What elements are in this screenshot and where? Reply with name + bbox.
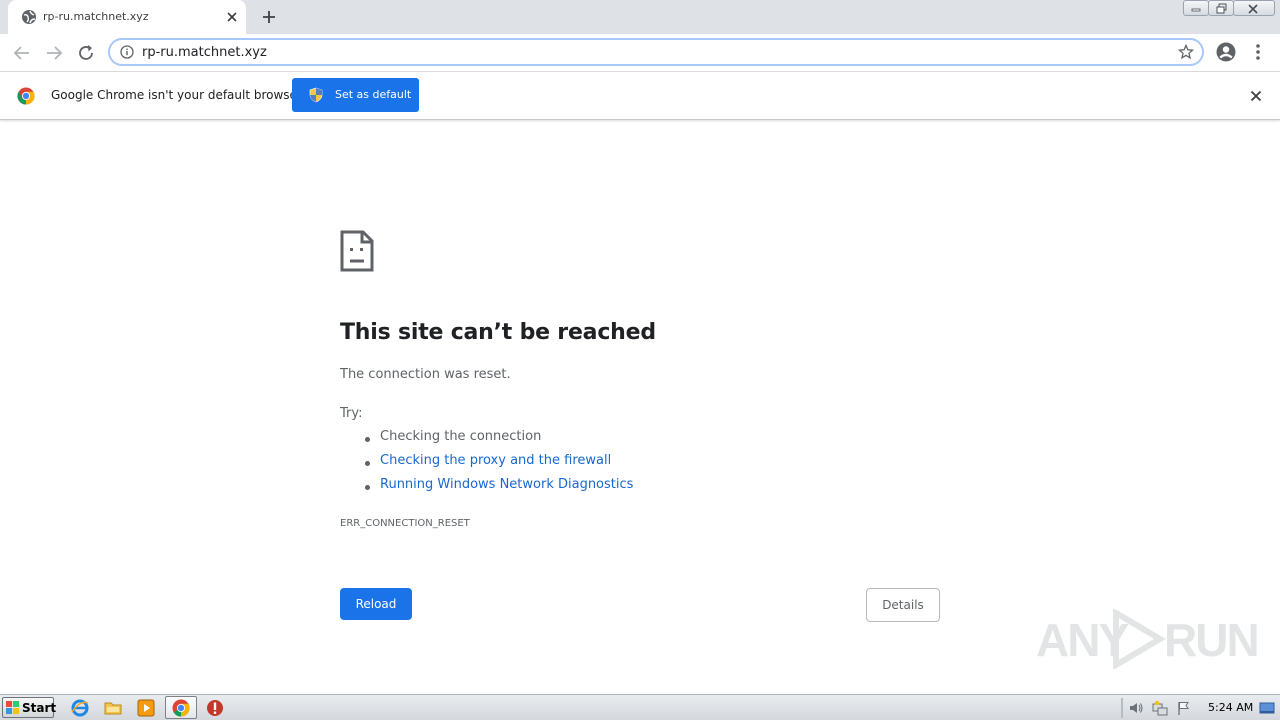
forward-arrow-icon[interactable] (43, 42, 65, 64)
chrome-logo-icon (17, 87, 35, 105)
try-label: Try: (340, 406, 363, 421)
media-player-icon[interactable] (136, 698, 156, 718)
restore-icon (1216, 3, 1227, 14)
url-text[interactable]: rp-ru.matchnet.xyz (142, 45, 267, 60)
info-icon[interactable] (120, 45, 134, 59)
play-logo-icon (1113, 609, 1166, 669)
restore-button[interactable] (1208, 0, 1234, 16)
globe-icon (22, 10, 36, 24)
start-button[interactable]: Start (2, 697, 57, 718)
default-browser-infobar: Google Chrome isn't your default browser… (0, 72, 1280, 120)
folder-icon[interactable] (103, 698, 123, 718)
address-bar[interactable]: rp-ru.matchnet.xyz (108, 38, 1204, 66)
network-icon[interactable] (1152, 700, 1168, 716)
reload-button[interactable]: Reload (340, 588, 412, 620)
anyrun-watermark: ANY RUN (1036, 605, 1260, 675)
reload-icon[interactable] (75, 42, 97, 64)
profile-avatar-icon[interactable] (1216, 42, 1236, 62)
close-window-icon (1248, 4, 1258, 14)
back-arrow-icon[interactable] (11, 42, 33, 64)
suggestion-network-diagnostics-link[interactable]: Running Windows Network Diagnostics (362, 477, 633, 501)
watermark-text-right: RUN (1164, 614, 1260, 666)
volume-icon[interactable] (1128, 700, 1144, 716)
internet-explorer-icon[interactable] (70, 698, 90, 718)
error-description: The connection was reset. (340, 367, 511, 382)
close-infobar-icon[interactable] (1249, 89, 1263, 103)
details-button[interactable]: Details (866, 588, 940, 622)
close-tab-icon[interactable] (224, 9, 240, 25)
start-label: Start (22, 701, 57, 715)
browser-toolbar: rp-ru.matchnet.xyz (0, 34, 1280, 72)
error-code: ERR_CONNECTION_RESET (340, 518, 470, 529)
bookmark-star-icon[interactable] (1178, 44, 1194, 60)
minimize-button[interactable] (1183, 0, 1209, 16)
browser-tab[interactable]: rp-ru.matchnet.xyz (8, 0, 246, 34)
close-window-button[interactable] (1233, 0, 1275, 16)
tab-title: rp-ru.matchnet.xyz (43, 10, 149, 23)
infobar-message: Google Chrome isn't your default browser (51, 88, 302, 102)
kebab-menu-icon[interactable] (1251, 42, 1265, 62)
show-desktop-icon[interactable] (1259, 700, 1275, 716)
minimize-icon (1191, 8, 1201, 12)
action-center-flag-icon[interactable] (1176, 700, 1192, 716)
taskbar-clock[interactable]: 5:24 AM (1208, 701, 1253, 714)
chrome-taskbar-button[interactable] (165, 696, 197, 719)
suggestion-check-connection: Checking the connection (362, 429, 633, 453)
new-tab-icon[interactable] (260, 8, 278, 26)
set-as-default-button[interactable]: Set as default (292, 78, 419, 112)
uac-shield-icon (309, 87, 323, 103)
error-title: This site can’t be reached (340, 320, 656, 345)
windows-taskbar: Start 5:24 AM (0, 694, 1280, 720)
suggestion-list: Checking the connection Checking the pro… (362, 429, 633, 501)
sad-page-icon (340, 230, 374, 272)
chrome-icon (172, 699, 190, 717)
tray-separator (1121, 698, 1123, 718)
set-as-default-label: Set as default (335, 88, 412, 101)
windows-flag-icon (6, 701, 19, 714)
stop-icon[interactable] (205, 698, 225, 718)
tab-strip: rp-ru.matchnet.xyz (0, 0, 1280, 34)
suggestion-proxy-firewall-link[interactable]: Checking the proxy and the firewall (362, 453, 633, 477)
